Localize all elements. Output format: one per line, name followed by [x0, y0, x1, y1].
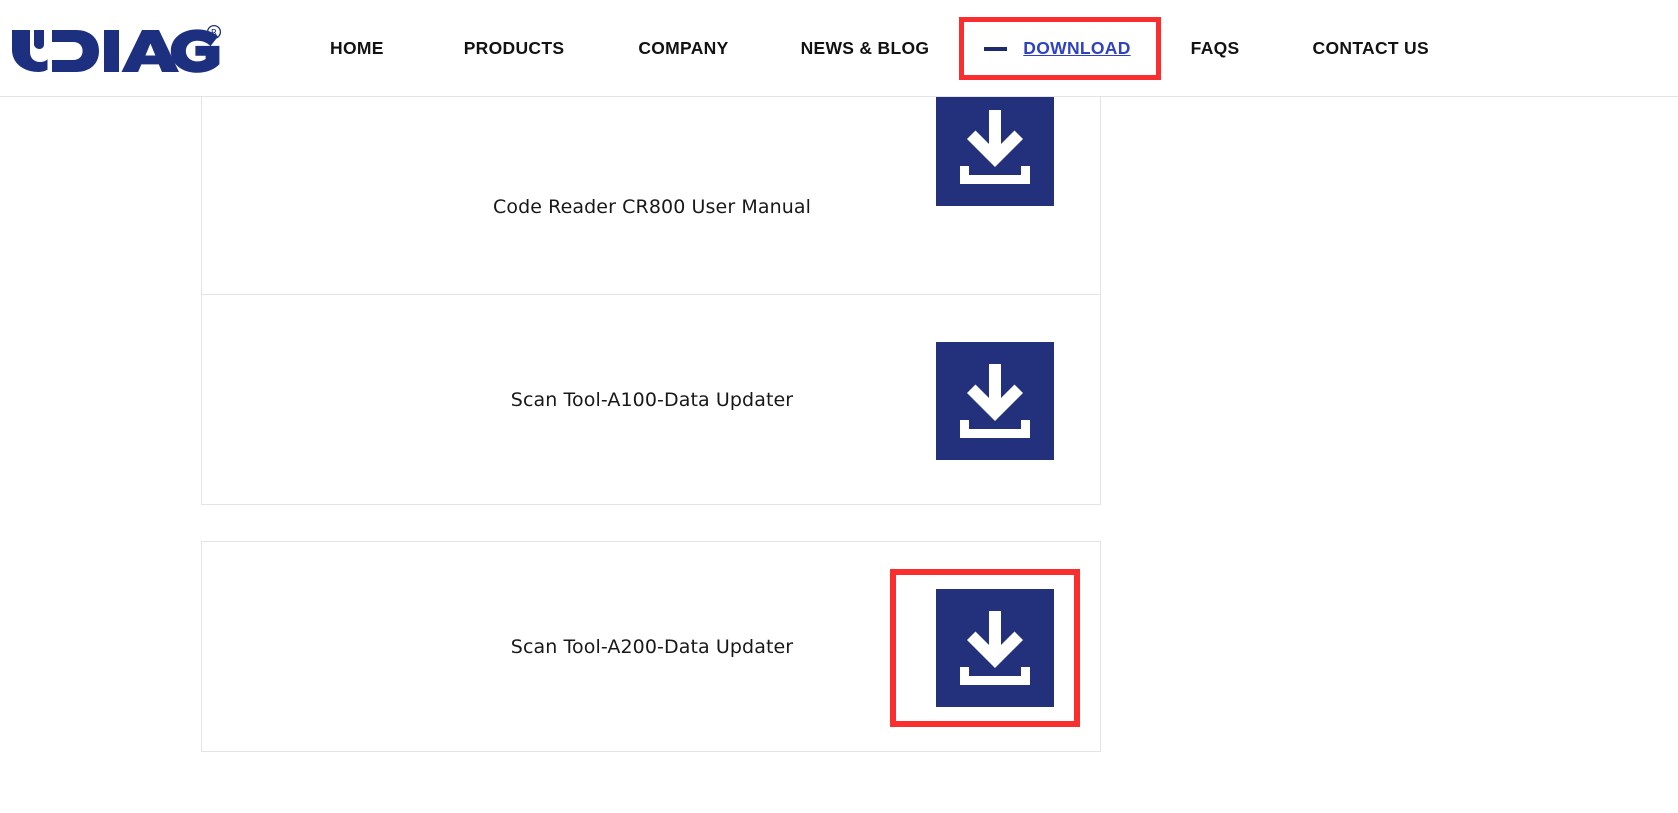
udiag-logo[interactable]: R [8, 24, 223, 74]
dash-icon [984, 46, 1008, 51]
download-card: Scan Tool-A100-Data Updater [201, 294, 1101, 505]
nav-item-download-highlight: DOWNLOAD [959, 16, 1161, 81]
download-card: Scan Tool-A200-Data Updater [201, 541, 1101, 752]
main-navigation: HOME PRODUCTS COMPANY NEWS & BLOG DOWNLO… [330, 0, 1429, 97]
site-header: R HOME PRODUCTS COMPANY NEWS & BLOG DOWN… [0, 0, 1678, 97]
nav-item-download[interactable]: DOWNLOAD [1023, 39, 1130, 58]
svg-text:R: R [211, 28, 217, 38]
nav-item-faqs[interactable]: FAQS [1191, 39, 1240, 58]
nav-item-home[interactable]: HOME [330, 39, 384, 58]
nav-item-news-and-blog[interactable]: NEWS & BLOG [801, 39, 930, 58]
nav-item-products[interactable]: PRODUCTS [464, 39, 565, 58]
nav-item-company[interactable]: COMPANY [638, 39, 728, 58]
download-button[interactable] [936, 589, 1054, 707]
download-button[interactable] [936, 342, 1054, 460]
download-button[interactable] [936, 88, 1054, 206]
download-list: Code Reader CR800 User Manual Scan Tool-… [0, 54, 1678, 813]
nav-item-contact-us[interactable]: CONTACT US [1313, 39, 1429, 58]
